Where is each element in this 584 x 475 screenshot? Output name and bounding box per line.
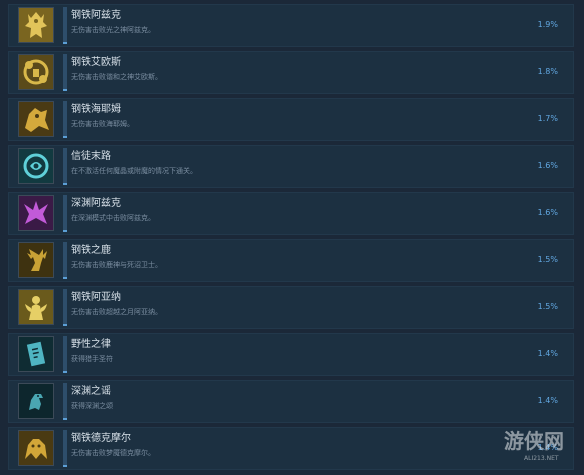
completion-bar-fill — [63, 42, 67, 44]
achievement-title: 钢铁艾欧斯 — [71, 57, 121, 68]
completion-bar — [63, 7, 67, 44]
achievement-title: 钢铁阿亚纳 — [71, 292, 121, 303]
achievement-description: 获得深渊之颂 — [71, 402, 113, 410]
completion-bar — [63, 195, 67, 232]
achievement-row[interactable]: 钢铁阿兹克 无伤害击败光之神阿兹克。 1.9% — [8, 4, 574, 47]
achievement-title: 深渊阿兹克 — [71, 198, 121, 209]
achievement-row[interactable]: 钢铁海耶姆 无伤害击败海耶姆。 1.7% — [8, 98, 574, 141]
golden-flower-demon-icon — [18, 54, 54, 90]
achievement-row[interactable]: 信徒末路 在不激活任何魔晶或附魔的情况下通关。 1.6% — [8, 145, 574, 188]
completion-bar — [63, 430, 67, 467]
completion-bar-fill — [63, 183, 67, 185]
watermark-text: 游侠网 — [504, 429, 564, 453]
achievement-percent: 1.6% — [537, 161, 558, 170]
achievement-percent: 1.5% — [537, 302, 558, 311]
completion-bar — [63, 148, 67, 185]
achievement-description: 无伤害击败鹿神与死沼卫士。 — [71, 261, 162, 269]
achievement-description: 获得猎手圣符 — [71, 355, 113, 363]
completion-bar-fill — [63, 89, 67, 91]
achievement-title: 钢铁阿兹克 — [71, 10, 121, 21]
watermark-subtext: ALI213.NET — [524, 455, 559, 462]
purple-demon-icon — [18, 195, 54, 231]
achievement-row[interactable]: 野性之律 获得猎手圣符 1.4% — [8, 333, 574, 376]
achievement-description: 在不激活任何魔晶或附魔的情况下通关。 — [71, 167, 197, 175]
achievement-row[interactable]: 钢铁艾欧斯 无伤害击败谐和之神艾欧斯。 1.8% — [8, 51, 574, 94]
achievement-percent: 1.4% — [537, 396, 558, 405]
completion-bar — [63, 242, 67, 279]
completion-bar — [63, 54, 67, 91]
golden-nightmare-icon — [18, 430, 54, 466]
teal-raven-icon — [18, 383, 54, 419]
achievement-description: 无伤害击败梦魇德克摩尔。 — [71, 449, 155, 457]
completion-bar-fill — [63, 465, 67, 467]
achievement-title: 野性之律 — [71, 339, 111, 350]
achievement-description: 无伤害击败超越之月阿亚纳。 — [71, 308, 162, 316]
golden-moon-goddess-icon — [18, 289, 54, 325]
achievement-percent: 1.6% — [537, 208, 558, 217]
golden-stag-icon — [18, 242, 54, 278]
achievement-title: 深渊之谣 — [71, 386, 111, 397]
achievement-title: 信徒末路 — [71, 151, 111, 162]
completion-bar — [63, 383, 67, 420]
achievement-percent: 1.4% — [537, 349, 558, 358]
achievement-row[interactable]: 钢铁德克摩尔 无伤害击败梦魇德克摩尔。 1.4% — [8, 427, 574, 470]
achievement-row[interactable]: 深渊之谣 获得深渊之颂 1.4% — [8, 380, 574, 423]
completion-bar-fill — [63, 136, 67, 138]
golden-demon-statue-icon — [18, 7, 54, 43]
achievement-description: 在深渊模式中击败阿兹克。 — [71, 214, 155, 222]
achievement-title: 钢铁之鹿 — [71, 245, 111, 256]
achievement-description: 无伤害击败海耶姆。 — [71, 120, 134, 128]
completion-bar-fill — [63, 324, 67, 326]
completion-bar — [63, 101, 67, 138]
teal-rune-tablet-icon — [18, 336, 54, 372]
achievement-title: 钢铁德克摩尔 — [71, 433, 131, 444]
cyan-sigil-icon — [18, 148, 54, 184]
completion-bar-fill — [63, 230, 67, 232]
site-watermark-logo: 游侠网 ALI213.NET — [504, 425, 576, 471]
golden-beast-icon — [18, 101, 54, 137]
achievement-description: 无伤害击败光之神阿兹克。 — [71, 26, 155, 34]
completion-bar-fill — [63, 277, 67, 279]
achievement-percent: 1.8% — [537, 67, 558, 76]
achievement-row[interactable]: 钢铁之鹿 无伤害击败鹿神与死沼卫士。 1.5% — [8, 239, 574, 282]
achievement-percent: 1.5% — [537, 255, 558, 264]
completion-bar-fill — [63, 418, 67, 420]
achievement-description: 无伤害击败谐和之神艾欧斯。 — [71, 73, 162, 81]
achievement-row[interactable]: 钢铁阿亚纳 无伤害击败超越之月阿亚纳。 1.5% — [8, 286, 574, 329]
achievement-percent: 1.7% — [537, 114, 558, 123]
completion-bar — [63, 289, 67, 326]
completion-bar — [63, 336, 67, 373]
achievement-row[interactable]: 深渊阿兹克 在深渊模式中击败阿兹克。 1.6% — [8, 192, 574, 235]
achievement-list: 钢铁阿兹克 无伤害击败光之神阿兹克。 1.9% 钢铁艾欧斯 无伤害击败谐和之神艾… — [0, 0, 584, 475]
completion-bar-fill — [63, 371, 67, 373]
achievement-title: 钢铁海耶姆 — [71, 104, 121, 115]
achievement-percent: 1.9% — [537, 20, 558, 29]
